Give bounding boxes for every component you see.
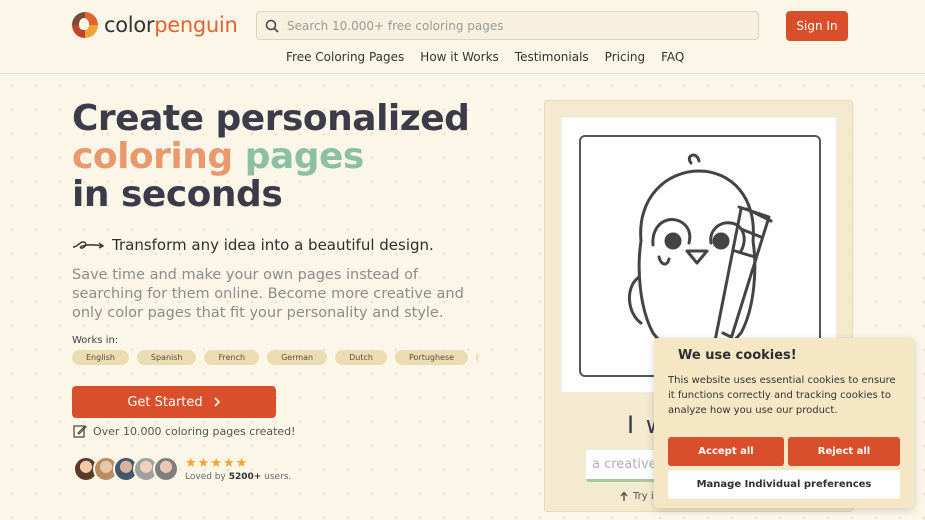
star-icon: ★ bbox=[235, 455, 248, 471]
logo[interactable]: colorpenguin bbox=[72, 12, 238, 38]
swirl-arrow-icon bbox=[72, 241, 104, 249]
search-input[interactable] bbox=[287, 18, 758, 33]
hero-title-coloring: coloring bbox=[72, 136, 233, 177]
nav-pricing[interactable]: Pricing bbox=[605, 50, 645, 64]
hero-title-pages: pages bbox=[244, 136, 365, 177]
penguin-logo-icon bbox=[72, 12, 98, 38]
hero-title-line-1: Create personalized bbox=[72, 98, 470, 139]
hero-title-line-2: coloring pages bbox=[72, 138, 469, 176]
cookie-body: This website uses essential cookies to e… bbox=[668, 375, 896, 416]
main-nav: Free Coloring Pages How it Works Testimo… bbox=[286, 50, 684, 64]
pages-created-text: Over 10.000 coloring pages created! bbox=[93, 424, 296, 438]
hero-title-line-3: in seconds bbox=[72, 174, 283, 215]
accept-all-button[interactable]: Accept all bbox=[668, 437, 784, 466]
language-chip-dutch: Dutch bbox=[335, 350, 387, 365]
rating: ★ ★ ★ ★ ★ Loved by 5200+ users. bbox=[185, 457, 291, 482]
star-icon: ★ bbox=[197, 455, 210, 471]
hero-title: Create personalized coloring pages in se… bbox=[72, 98, 470, 215]
language-chip-german: German bbox=[267, 350, 328, 365]
language-chip-spanish: Spanish bbox=[136, 350, 197, 365]
logo-text-prefix: color bbox=[104, 13, 155, 37]
star-rating: ★ ★ ★ ★ ★ bbox=[185, 457, 291, 470]
pages-created: Over 10.000 coloring pages created! bbox=[73, 424, 296, 438]
try-hint: Try i bbox=[619, 491, 654, 502]
cookie-banner: We use cookies! This website uses essent… bbox=[654, 338, 914, 508]
nav-faq[interactable]: FAQ bbox=[661, 50, 684, 64]
reject-all-button[interactable]: Reject all bbox=[788, 437, 900, 466]
tagline-text: Transform any idea into a beautiful desi… bbox=[112, 236, 434, 254]
star-icon: ★ bbox=[210, 455, 222, 471]
nav-free-coloring-pages[interactable]: Free Coloring Pages bbox=[286, 50, 404, 64]
get-started-label: Get Started bbox=[127, 394, 203, 410]
nav-how-it-works[interactable]: How it Works bbox=[420, 50, 499, 64]
search-icon bbox=[265, 19, 279, 33]
language-chip-portughese: Portughese bbox=[394, 350, 469, 365]
tagline: Transform any idea into a beautiful desi… bbox=[72, 236, 434, 254]
get-started-button[interactable]: Get Started bbox=[72, 386, 276, 418]
works-in-label: Works in: bbox=[72, 335, 119, 346]
loved-suffix: users. bbox=[261, 471, 292, 482]
language-chip-more: It bbox=[476, 350, 478, 365]
nav-testimonials[interactable]: Testimonials bbox=[515, 50, 589, 64]
language-chip-english: English bbox=[72, 350, 129, 365]
search-bar bbox=[256, 11, 759, 40]
logo-text-accent: penguin bbox=[154, 13, 238, 37]
arrow-up-icon bbox=[620, 491, 628, 501]
try-hint-text: Try i bbox=[633, 491, 654, 502]
site-header: colorpenguin Sign In Free Coloring Pages… bbox=[0, 0, 925, 74]
logo-text: colorpenguin bbox=[104, 13, 238, 37]
loved-prefix: Loved by bbox=[185, 471, 229, 482]
loved-by-text: Loved by 5200+ users. bbox=[185, 472, 291, 482]
language-list: English Spanish French German Dutch Port… bbox=[72, 350, 478, 366]
manage-preferences-button[interactable]: Manage Individual preferences bbox=[668, 470, 900, 499]
loved-count: 5200+ bbox=[228, 471, 262, 482]
social-proof: ★ ★ ★ ★ ★ Loved by 5200+ users. bbox=[73, 456, 291, 482]
star-icon: ★ bbox=[222, 455, 235, 471]
chevron-right-icon bbox=[214, 397, 220, 407]
star-icon: ★ bbox=[185, 455, 197, 471]
edit-page-icon bbox=[73, 425, 87, 438]
user-avatars bbox=[73, 456, 179, 482]
hero-description: Save time and make your own pages instea… bbox=[72, 267, 464, 321]
sign-in-button[interactable]: Sign In bbox=[786, 11, 848, 41]
language-chip-french: French bbox=[204, 350, 260, 365]
cookie-title: We use cookies! bbox=[678, 348, 797, 363]
avatar bbox=[153, 456, 179, 482]
